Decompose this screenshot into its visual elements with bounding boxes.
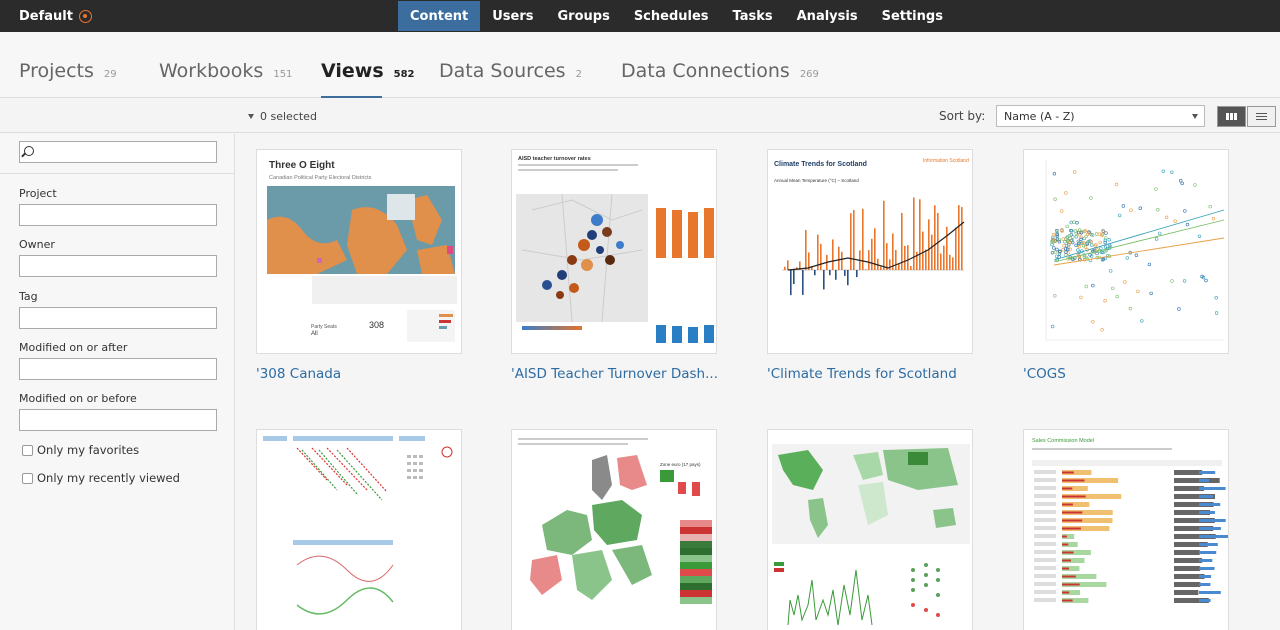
modified-before-field[interactable] bbox=[19, 409, 217, 431]
tab-label: Workbooks bbox=[159, 60, 264, 82]
favorites-label: Only my favorites bbox=[37, 443, 140, 457]
tab-label: Views bbox=[321, 60, 384, 82]
content-tabs: Projects 29 Workbooks 151 Views 582 Data… bbox=[0, 32, 1280, 98]
cogs-scatter-thumbnail bbox=[1045, 160, 1225, 341]
nav-groups[interactable]: Groups bbox=[546, 1, 622, 31]
list-icon bbox=[1256, 113, 1267, 120]
selection-menu[interactable]: 0 selected bbox=[248, 99, 317, 133]
tab-label: Data Sources bbox=[439, 60, 566, 82]
modified-before-label: Modified on or before bbox=[19, 392, 137, 405]
tab-projects[interactable]: Projects 29 bbox=[19, 60, 117, 98]
thumb-title: Sales Commission Model bbox=[1032, 438, 1094, 444]
tab-label: Data Connections bbox=[621, 60, 790, 82]
sort-select[interactable]: Name (A - Z) bbox=[996, 105, 1205, 127]
view-thumbnail[interactable]: Zone euro (17 pays) bbox=[511, 429, 717, 630]
filter-sidebar: Project Owner Tag Modified on or after M… bbox=[0, 134, 235, 630]
view-title[interactable]: 'Climate Trends for Scotland bbox=[767, 366, 997, 382]
view-thumbnail[interactable] bbox=[1023, 149, 1229, 354]
recently-viewed-checkbox[interactable] bbox=[22, 472, 33, 484]
nav-schedules[interactable]: Schedules bbox=[622, 1, 721, 31]
thumb-subtitle: Annual Mean Temperature (°C) – Scotland bbox=[774, 178, 859, 183]
view-thumbnail[interactable] bbox=[767, 429, 973, 630]
tab-label: Projects bbox=[19, 60, 94, 82]
tab-count: 269 bbox=[799, 69, 819, 80]
search-input[interactable] bbox=[19, 141, 217, 163]
tag-field[interactable] bbox=[19, 307, 217, 329]
nav-content[interactable]: Content bbox=[398, 1, 481, 31]
thumb-title: AISD teacher turnover rates bbox=[518, 156, 591, 162]
modified-after-label: Modified on or after bbox=[19, 341, 128, 354]
view-thumbnail[interactable]: Three O Eight Canadian Political Party E… bbox=[256, 149, 462, 354]
world-map-thumbnail bbox=[772, 444, 970, 626]
selected-count: 0 selected bbox=[260, 109, 317, 123]
main-nav: Content Users Groups Schedules Tasks Ana… bbox=[398, 1, 955, 31]
climate-chart-thumbnail: Climate Trends for Scotland Annual Mean … bbox=[774, 158, 969, 296]
thumb-title: Climate Trends for Scotland bbox=[774, 161, 867, 168]
chevron-down-icon bbox=[1192, 114, 1198, 119]
caret-down-icon bbox=[248, 113, 254, 119]
europe-map-thumbnail: Zone euro (17 pays) bbox=[518, 438, 712, 604]
svg-text:308: 308 bbox=[369, 320, 384, 330]
tab-data-connections[interactable]: Data Connections 269 bbox=[621, 60, 819, 98]
aisd-dashboard-thumbnail: AISD teacher turnover rates bbox=[516, 156, 714, 343]
project-label: Project bbox=[19, 187, 57, 200]
modified-after-field[interactable] bbox=[19, 358, 217, 380]
tab-views[interactable]: Views 582 bbox=[321, 60, 415, 98]
project-field[interactable] bbox=[19, 204, 217, 226]
svg-text:All: All bbox=[311, 331, 318, 337]
divider bbox=[0, 173, 235, 174]
recently-viewed-label: Only my recently viewed bbox=[37, 471, 180, 485]
favorites-checkbox-row[interactable]: Only my favorites bbox=[22, 443, 139, 457]
svg-text:Zone euro (17 pays): Zone euro (17 pays) bbox=[660, 462, 701, 467]
tab-workbooks[interactable]: Workbooks 151 bbox=[159, 60, 292, 98]
owner-label: Owner bbox=[19, 238, 55, 251]
tab-count: 151 bbox=[273, 69, 293, 80]
view-title[interactable]: 'AISD Teacher Turnover Dash... bbox=[511, 366, 741, 382]
grid-view-button[interactable] bbox=[1217, 106, 1246, 127]
schedule-dashboard-thumbnail bbox=[263, 436, 453, 615]
favorites-checkbox[interactable] bbox=[22, 444, 33, 456]
owner-field[interactable] bbox=[19, 255, 217, 277]
toolbar: 0 selected Sort by: Name (A - Z) bbox=[0, 99, 1280, 133]
view-thumbnail[interactable]: AISD teacher turnover rates bbox=[511, 149, 717, 354]
tab-count: 29 bbox=[103, 69, 117, 80]
thumb-subtitle: Canadian Political Party Electoral Distr… bbox=[269, 175, 372, 181]
view-thumbnail[interactable] bbox=[256, 429, 462, 630]
thumb-brand: Information Scotland bbox=[923, 158, 969, 164]
view-thumbnail[interactable]: Climate Trends for Scotland Annual Mean … bbox=[767, 149, 973, 354]
sales-commission-thumbnail: Sales Commission Model bbox=[1032, 438, 1228, 603]
canada-map-thumbnail: Three O Eight Canadian Political Party E… bbox=[267, 160, 457, 342]
thumb-title: Three O Eight bbox=[269, 160, 335, 171]
nav-settings[interactable]: Settings bbox=[870, 1, 955, 31]
view-title[interactable]: '308 Canada bbox=[256, 366, 486, 382]
site-selector[interactable]: Default bbox=[19, 0, 92, 32]
sort-value: Name (A - Z) bbox=[1004, 109, 1075, 123]
site-dropdown-icon bbox=[78, 9, 92, 23]
top-bar: Default Content Users Groups Schedules T… bbox=[0, 0, 1280, 32]
site-name: Default bbox=[19, 8, 73, 24]
view-thumbnail[interactable]: Sales Commission Model bbox=[1023, 429, 1229, 630]
recently-viewed-checkbox-row[interactable]: Only my recently viewed bbox=[22, 471, 180, 485]
nav-tasks[interactable]: Tasks bbox=[721, 1, 785, 31]
sort-label: Sort by: bbox=[939, 109, 986, 123]
tab-data-sources[interactable]: Data Sources 2 bbox=[439, 60, 582, 98]
tab-count: 2 bbox=[575, 69, 582, 80]
list-view-button[interactable] bbox=[1247, 106, 1276, 127]
view-title[interactable]: 'COGS bbox=[1023, 366, 1253, 382]
nav-analysis[interactable]: Analysis bbox=[785, 1, 870, 31]
search-icon bbox=[24, 146, 34, 156]
svg-text:Party Seats: Party Seats bbox=[311, 324, 337, 330]
tab-count: 582 bbox=[393, 69, 415, 80]
tag-label: Tag bbox=[19, 290, 38, 303]
grid-icon bbox=[1226, 113, 1237, 120]
nav-users[interactable]: Users bbox=[480, 1, 545, 31]
